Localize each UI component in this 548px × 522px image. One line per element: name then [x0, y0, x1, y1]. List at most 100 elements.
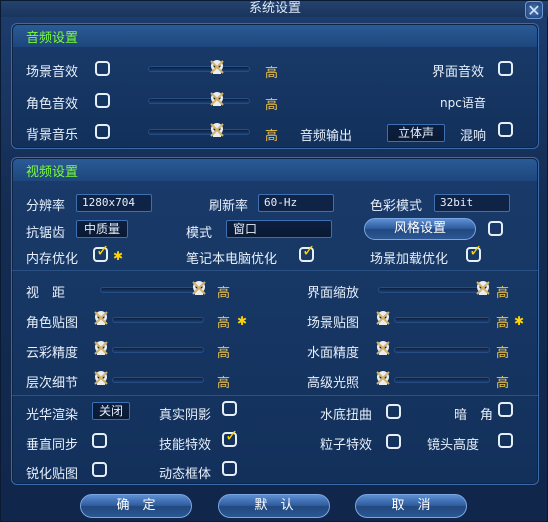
hdr-slider[interactable]: [394, 377, 490, 383]
color-mode-label: 色彩模式: [370, 199, 423, 214]
real-shadow-checkbox[interactable]: [222, 401, 237, 416]
dyn-frame-label: 动态框体: [159, 467, 212, 482]
lod-level: 高: [217, 376, 231, 391]
bg-music-slider[interactable]: [148, 129, 250, 135]
sharpen-label: 锐化贴图: [26, 467, 79, 482]
reverb-checkbox[interactable]: [498, 122, 513, 137]
vsync-checkbox[interactable]: [92, 433, 107, 448]
settings-window: 系统设置 ✕ 音频设置 场景音效 高 界面音效 角色音效 高 npc语音 背景音…: [0, 0, 548, 522]
aa-select[interactable]: 中质量: [76, 220, 128, 238]
scene-sound-label: 场景音效: [26, 65, 79, 80]
role-texture-slider[interactable]: [112, 317, 204, 323]
lod-skull-icon[interactable]: [92, 369, 110, 387]
style-settings-button[interactable]: 风格设置: [364, 218, 476, 240]
view-distance-level: 高: [217, 286, 231, 301]
video-panel: 视频设置 分辨率 1280x704 刷新率 60-Hz 色彩模式 32bit 抗…: [11, 157, 539, 485]
role-sound-slider[interactable]: [148, 98, 250, 104]
video-panel-title: 视频设置: [26, 164, 79, 179]
audio-output-label: 音频输出: [300, 129, 353, 144]
water-detail-label: 水面精度: [307, 346, 360, 361]
mode-select[interactable]: 窗口: [226, 220, 332, 238]
mem-opt-star-icon: ✱: [113, 249, 124, 263]
scene-sound-skull-icon[interactable]: [208, 58, 226, 76]
mem-opt-label: 内存优化: [26, 252, 79, 267]
hdr-level: 高: [496, 376, 510, 391]
skill-fx-checkbox[interactable]: ✓: [222, 426, 239, 447]
real-shadow-label: 真实阴影: [159, 408, 212, 423]
laptop-opt-checkbox[interactable]: ✓: [299, 241, 316, 262]
audio-panel-title: 音频设置: [26, 30, 79, 45]
audio-output-select[interactable]: 立体声: [387, 124, 445, 142]
role-sound-level: 高: [265, 98, 279, 113]
refresh-label: 刷新率: [209, 199, 249, 214]
underwater-checkbox[interactable]: [386, 404, 401, 419]
bg-music-skull-icon[interactable]: [208, 121, 226, 139]
color-mode-select[interactable]: 32bit: [434, 194, 510, 212]
cloud-detail-level: 高: [217, 346, 231, 361]
cloud-detail-label: 云彩精度: [26, 346, 79, 361]
particle-fx-checkbox[interactable]: [386, 434, 401, 449]
refresh-select[interactable]: 60-Hz: [258, 194, 334, 212]
cam-height-checkbox[interactable]: [498, 433, 513, 448]
bloom-label: 光华渲染: [26, 408, 79, 423]
hdr-label: 高级光照: [307, 376, 360, 391]
bloom-select[interactable]: 关闭: [92, 402, 130, 420]
bg-music-checkbox[interactable]: [95, 124, 110, 139]
resolution-select[interactable]: 1280x704: [76, 194, 152, 212]
window-title: 系统设置: [1, 1, 548, 17]
cam-height-label: 镜头高度: [427, 438, 480, 453]
default-button[interactable]: 默 认: [218, 494, 330, 518]
water-detail-level: 高: [496, 346, 510, 361]
ui-scale-level: 高: [496, 286, 510, 301]
check-icon: ✓: [96, 241, 110, 260]
sharpen-checkbox[interactable]: [92, 462, 107, 477]
cancel-button[interactable]: 取 消: [355, 494, 467, 518]
view-distance-skull-icon[interactable]: [190, 279, 208, 297]
ui-scale-skull-icon[interactable]: [474, 279, 492, 297]
resolution-label: 分辨率: [26, 199, 66, 214]
scene-texture-slider[interactable]: [394, 317, 490, 323]
mem-opt-checkbox[interactable]: ✓: [93, 241, 110, 262]
hdr-skull-icon[interactable]: [374, 369, 392, 387]
lod-slider[interactable]: [112, 377, 204, 383]
scene-load-opt-label: 场景加载优化: [370, 252, 449, 267]
check-icon: ✓: [469, 241, 483, 260]
ui-sound-checkbox[interactable]: [498, 61, 513, 76]
reverb-label: 混响: [460, 129, 487, 144]
dark-corner-checkbox[interactable]: [498, 402, 513, 417]
ui-scale-label: 界面缩放: [307, 286, 360, 301]
underwater-label: 水底扭曲: [320, 408, 373, 423]
bg-music-label: 背景音乐: [26, 128, 79, 143]
audio-panel: 音频设置 场景音效 高 界面音效 角色音效 高 npc语音 背景音乐 高 音频输…: [11, 23, 539, 149]
water-detail-skull-icon[interactable]: [374, 339, 392, 357]
scene-texture-level: 高: [496, 316, 510, 331]
scene-sound-slider[interactable]: [148, 66, 250, 72]
scene-texture-skull-icon[interactable]: [374, 309, 392, 327]
particle-fx-label: 粒子特效: [320, 438, 373, 453]
role-sound-label: 角色音效: [26, 97, 79, 112]
view-distance-slider[interactable]: [100, 287, 204, 293]
scene-load-opt-checkbox[interactable]: ✓: [466, 241, 483, 262]
lod-label: 层次细节: [26, 376, 79, 391]
ui-sound-label: 界面音效: [432, 65, 485, 80]
npc-voice-label: npc语音: [440, 96, 486, 110]
scene-texture-label: 场景贴图: [307, 316, 360, 331]
ok-button[interactable]: 确 定: [80, 494, 192, 518]
role-sound-skull-icon[interactable]: [208, 90, 226, 108]
vsync-label: 垂直同步: [26, 438, 79, 453]
dyn-frame-checkbox[interactable]: [222, 461, 237, 476]
check-icon: ✓: [225, 426, 239, 445]
check-icon: ✓: [302, 241, 316, 260]
skill-fx-label: 技能特效: [159, 438, 212, 453]
cloud-detail-skull-icon[interactable]: [92, 339, 110, 357]
bg-music-level: 高: [265, 129, 279, 144]
role-texture-skull-icon[interactable]: [92, 309, 110, 327]
aa-label: 抗锯齿: [26, 226, 66, 241]
cloud-detail-slider[interactable]: [112, 347, 204, 353]
role-sound-checkbox[interactable]: [95, 93, 110, 108]
scene-sound-checkbox[interactable]: [95, 61, 110, 76]
style-checkbox[interactable]: [488, 221, 503, 236]
close-icon[interactable]: ✕: [525, 1, 543, 20]
role-texture-label: 角色贴图: [26, 316, 79, 331]
water-detail-slider[interactable]: [394, 347, 490, 353]
